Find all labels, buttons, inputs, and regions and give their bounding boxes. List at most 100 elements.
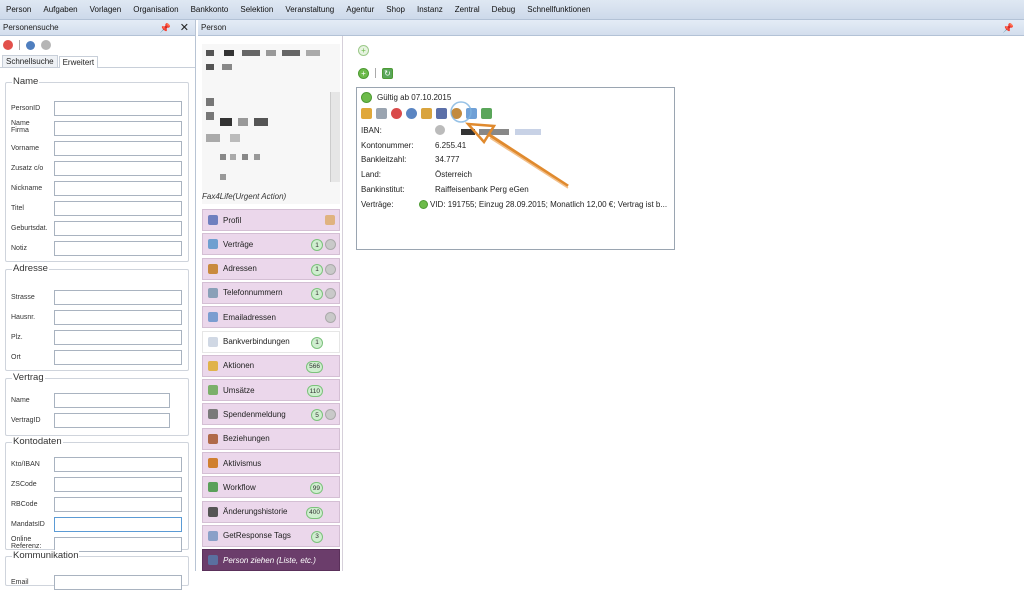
menu-aufgaben[interactable]: Aufgaben (43, 5, 77, 14)
search-tabs: Schnellsuche Erweitert (0, 54, 195, 68)
input-notiz[interactable] (54, 241, 182, 256)
nav-bankverbindungen[interactable]: Bankverbindungen 1 (202, 330, 340, 353)
nav-vertr-ge[interactable]: Verträge 1 (202, 233, 340, 256)
input-plz[interactable] (54, 330, 182, 345)
add-icon[interactable]: + (358, 68, 369, 79)
nav-emailadressen[interactable]: Emailadressen (202, 306, 340, 329)
input-name[interactable] (54, 393, 170, 408)
fieldset-name: Name PersonID Name Firma Vorname Zusatz c/o N… (5, 76, 189, 262)
input-nickname[interactable] (54, 181, 182, 196)
search-icon[interactable] (406, 108, 417, 119)
input-strasse[interactable] (54, 290, 182, 305)
menu-schnellfunktionen[interactable]: Schnellfunktionen (527, 5, 590, 14)
label-plz: Plz. (11, 334, 23, 341)
nav-aktionen[interactable]: Aktionen 566 (202, 354, 340, 377)
nav-icon (208, 360, 218, 371)
menu-agentur[interactable]: Agentur (346, 5, 374, 14)
nav-person-ziehen-liste-etc-[interactable]: Person ziehen (Liste, etc.) (202, 549, 340, 572)
refresh-icon[interactable] (481, 108, 492, 119)
bank-icon[interactable] (436, 108, 447, 119)
card-row-value: VID: 191755; Einzug 28.09.2015; Monatlic… (419, 200, 667, 209)
nav-profil[interactable]: Profil (202, 209, 340, 231)
nav-label: Profil (223, 215, 242, 225)
nav-aktivismus[interactable]: Aktivismus (202, 452, 340, 474)
delete-icon[interactable] (391, 108, 402, 119)
summary-scrollbar[interactable] (330, 92, 340, 182)
panel-title: Personensuche (3, 23, 59, 32)
count-badge: 566 (306, 360, 323, 373)
nav--nderungshistorie[interactable]: Änderungshistorie 400 (202, 500, 340, 523)
nav-adressen[interactable]: Adressen 1 (202, 257, 340, 280)
label-titel: Titel (11, 205, 24, 212)
input-zusatzco[interactable] (54, 161, 182, 176)
add-button[interactable]: + (358, 45, 369, 56)
person-summary-redacted (202, 44, 340, 204)
menu-shop[interactable]: Shop (386, 5, 405, 14)
add-icon[interactable] (325, 263, 336, 275)
menu-vorlagen[interactable]: Vorlagen (90, 5, 122, 14)
iban-redacted (461, 129, 475, 135)
input-ort[interactable] (54, 350, 182, 365)
nav-label: Spendenmeldung (223, 409, 286, 419)
tab-schnellsuche[interactable]: Schnellsuche (2, 55, 58, 67)
refresh-icon[interactable]: ↻ (382, 68, 393, 79)
add-icon[interactable] (325, 409, 336, 421)
nav-icon (208, 482, 218, 493)
tab-erweitert[interactable]: Erweitert (58, 56, 99, 68)
input-geburtsdat[interactable] (54, 221, 182, 236)
label-vorname: Vorname (11, 145, 40, 152)
menu-debug[interactable]: Debug (492, 5, 516, 14)
clear-icon[interactable] (3, 40, 13, 50)
nav-beziehungen[interactable]: Beziehungen (202, 427, 340, 450)
input-hausnr[interactable] (54, 310, 182, 325)
nav-label: Workflow (223, 482, 256, 492)
count-badge: 110 (306, 385, 323, 398)
menu-organisation[interactable]: Organisation (133, 5, 178, 14)
count-badge: 1 (311, 287, 323, 300)
nav-spendenmeldung[interactable]: Spendenmeldung 5 (202, 403, 340, 426)
person-sidebar: Fax4Life(Urgent Action) Profil Verträge 1 A… (198, 36, 343, 572)
menu-veranstaltung[interactable]: Veranstaltung (285, 5, 334, 14)
pin-icon[interactable]: 📌 (1003, 23, 1014, 34)
edit-icon[interactable] (361, 108, 372, 119)
nav-ums-tze[interactable]: Umsätze 110 (202, 379, 340, 402)
menu-instanz[interactable]: Instanz (417, 5, 443, 14)
input-zscode[interactable] (54, 477, 182, 492)
input-rbcode[interactable] (54, 497, 182, 512)
add-icon[interactable] (325, 312, 336, 324)
menu-person[interactable]: Person (6, 5, 31, 14)
search-icon[interactable] (26, 40, 35, 50)
input-email[interactable] (54, 575, 182, 590)
add-icon[interactable] (325, 287, 336, 299)
nav-label: Umsätze (223, 385, 255, 395)
count-badge: 400 (306, 506, 323, 519)
edit-icon[interactable] (325, 215, 335, 225)
copy-icon[interactable] (466, 108, 477, 119)
reset-icon[interactable] (41, 40, 51, 50)
input-name[interactable] (54, 121, 182, 136)
input-vorname[interactable] (54, 141, 182, 156)
pin-icon[interactable]: 📌 (160, 23, 171, 34)
nav-icon (208, 287, 218, 298)
person-search-panel: Personensuche 📌 ✕ Schnellsuche Erweitert… (0, 20, 196, 590)
input-personid[interactable] (54, 101, 182, 116)
count-badge: 5 (311, 409, 323, 422)
money-icon[interactable] (421, 108, 432, 119)
nav-icon (208, 433, 218, 444)
tag-icon[interactable] (376, 108, 387, 119)
person-icon[interactable] (451, 108, 462, 119)
input-vertragid[interactable] (54, 413, 170, 428)
menu-bankkonto[interactable]: Bankkonto (191, 5, 229, 14)
menu-selektion[interactable]: Selektion (240, 5, 273, 14)
add-icon[interactable] (325, 239, 336, 251)
menu-zentral[interactable]: Zentral (455, 5, 480, 14)
close-icon[interactable]: ✕ (180, 21, 189, 34)
nav-getresponse-tags[interactable]: GetResponse Tags 3 (202, 524, 340, 547)
input-titel[interactable] (54, 201, 182, 216)
input-mandatsid[interactable] (54, 517, 182, 532)
nav-workflow[interactable]: Workflow 99 (202, 476, 340, 499)
label-geburtsdat: Geburtsdat. (11, 225, 48, 232)
nav-telefonnummern[interactable]: Telefonnummern 1 (202, 281, 340, 304)
info-icon[interactable] (435, 125, 445, 135)
input-ktoiban[interactable] (54, 457, 182, 472)
